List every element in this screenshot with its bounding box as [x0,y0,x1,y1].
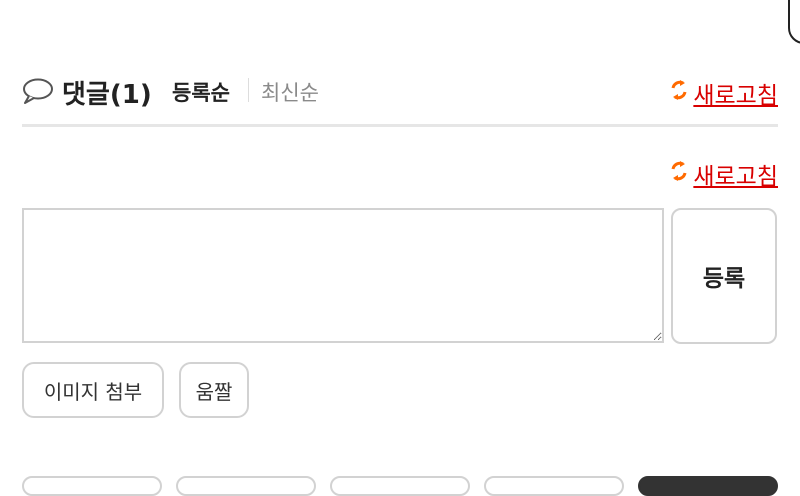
refresh-link-top[interactable]: 새로고침 [669,76,778,110]
comments-header: 댓글(1) 등록순 최신순 [22,66,778,116]
attach-image-button[interactable]: 이미지 첨부 [22,362,164,418]
refresh-arrows-icon [669,160,693,188]
bottom-button-5[interactable] [638,476,778,496]
refresh-label: 새로고침 [693,83,778,109]
speech-bubble-icon [22,78,54,104]
header-divider [22,124,778,127]
bottom-button-1[interactable] [22,476,162,496]
sort-by-registration[interactable]: 등록순 [172,77,230,107]
sort-separator [248,78,249,102]
submit-comment-button[interactable]: 등록 [671,208,777,344]
bottom-button-3[interactable] [330,476,470,496]
scrolled-element-edge [788,0,800,44]
bottom-button-2[interactable] [176,476,316,496]
gif-button[interactable]: 움짤 [179,362,249,418]
refresh-label: 새로고침 [693,164,778,190]
comment-textarea[interactable] [22,208,664,343]
bottom-button-4[interactable] [484,476,624,496]
sort-by-latest[interactable]: 최신순 [261,77,319,107]
refresh-link[interactable]: 새로고침 [669,157,778,191]
refresh-arrows-icon [669,79,693,107]
comments-title: 댓글(1) [62,80,152,110]
